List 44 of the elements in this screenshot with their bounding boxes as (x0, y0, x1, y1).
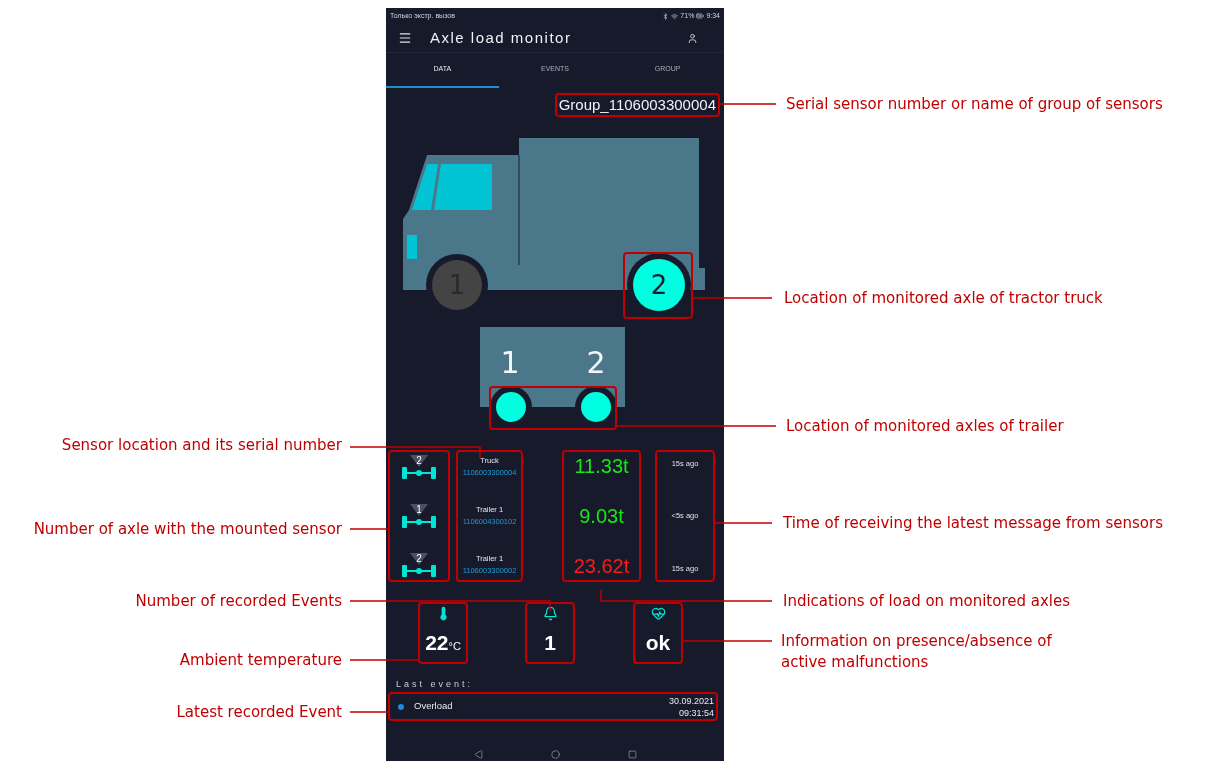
bluetooth-icon (662, 12, 670, 20)
battery-icon (696, 12, 705, 20)
axle-number-badge: 2 (410, 455, 428, 467)
recents-icon[interactable] (627, 750, 637, 759)
axle-number-badge: 2 (410, 553, 428, 565)
annotation-text: Location of monitored axle of tractor truck (784, 288, 1104, 309)
load-value: 11.33t (574, 454, 629, 479)
annotation-text: Sensor location and its serial number (61, 435, 342, 455)
axle-icon (402, 565, 436, 577)
malfunction-status: ok (645, 630, 671, 656)
annotation-text: Indications of load on monitored axles (783, 591, 1072, 612)
annotation-text: Time of receiving the latest message from sensors (783, 513, 1164, 534)
event-name: Overload (414, 699, 453, 714)
user-icon[interactable] (687, 32, 698, 44)
bell-icon (542, 606, 558, 621)
annotation-text: Number of axle with the mounted sensor (33, 519, 342, 539)
axle-icon (402, 467, 436, 479)
events-count: 1 (544, 630, 556, 656)
annotation-text: Number of recorded Events (135, 591, 342, 611)
wheel: 2 (633, 259, 685, 311)
annotation-text: Serial sensor number or name of group of sensors (786, 94, 1164, 115)
temperature-unit: °C (448, 639, 461, 654)
wifi-icon (671, 12, 679, 20)
axle-number: 2 (586, 345, 606, 380)
annotation-text: Information on presence/absence of active malfunctions (781, 631, 1053, 673)
load-value: 9.03t (579, 504, 624, 529)
leader-line (717, 103, 777, 105)
heart-pulse-icon (650, 606, 666, 621)
axle-number: 1 (500, 345, 520, 380)
temperature-value: 22 (425, 630, 449, 656)
annotation-text: Location of monitored axles of trailer (786, 416, 1065, 437)
axle-icon (402, 516, 436, 528)
home-icon[interactable] (550, 750, 560, 759)
axle-number-badge: 1 (410, 504, 428, 516)
menu-icon[interactable] (398, 31, 412, 45)
annotation-text: Ambient temperature (179, 650, 342, 670)
group-name-label: Group_1106003300004 (554, 93, 720, 117)
load-value: 23.62t (573, 554, 630, 579)
last-event-label: Last event: (396, 678, 475, 690)
annotation-text: Latest recorded Event (176, 702, 342, 722)
app-title: Axle load monitor (430, 27, 572, 48)
event-time: 09:31:54 (678, 706, 714, 719)
event-date: 30.09.2021 (668, 694, 714, 707)
back-icon[interactable] (473, 750, 483, 759)
